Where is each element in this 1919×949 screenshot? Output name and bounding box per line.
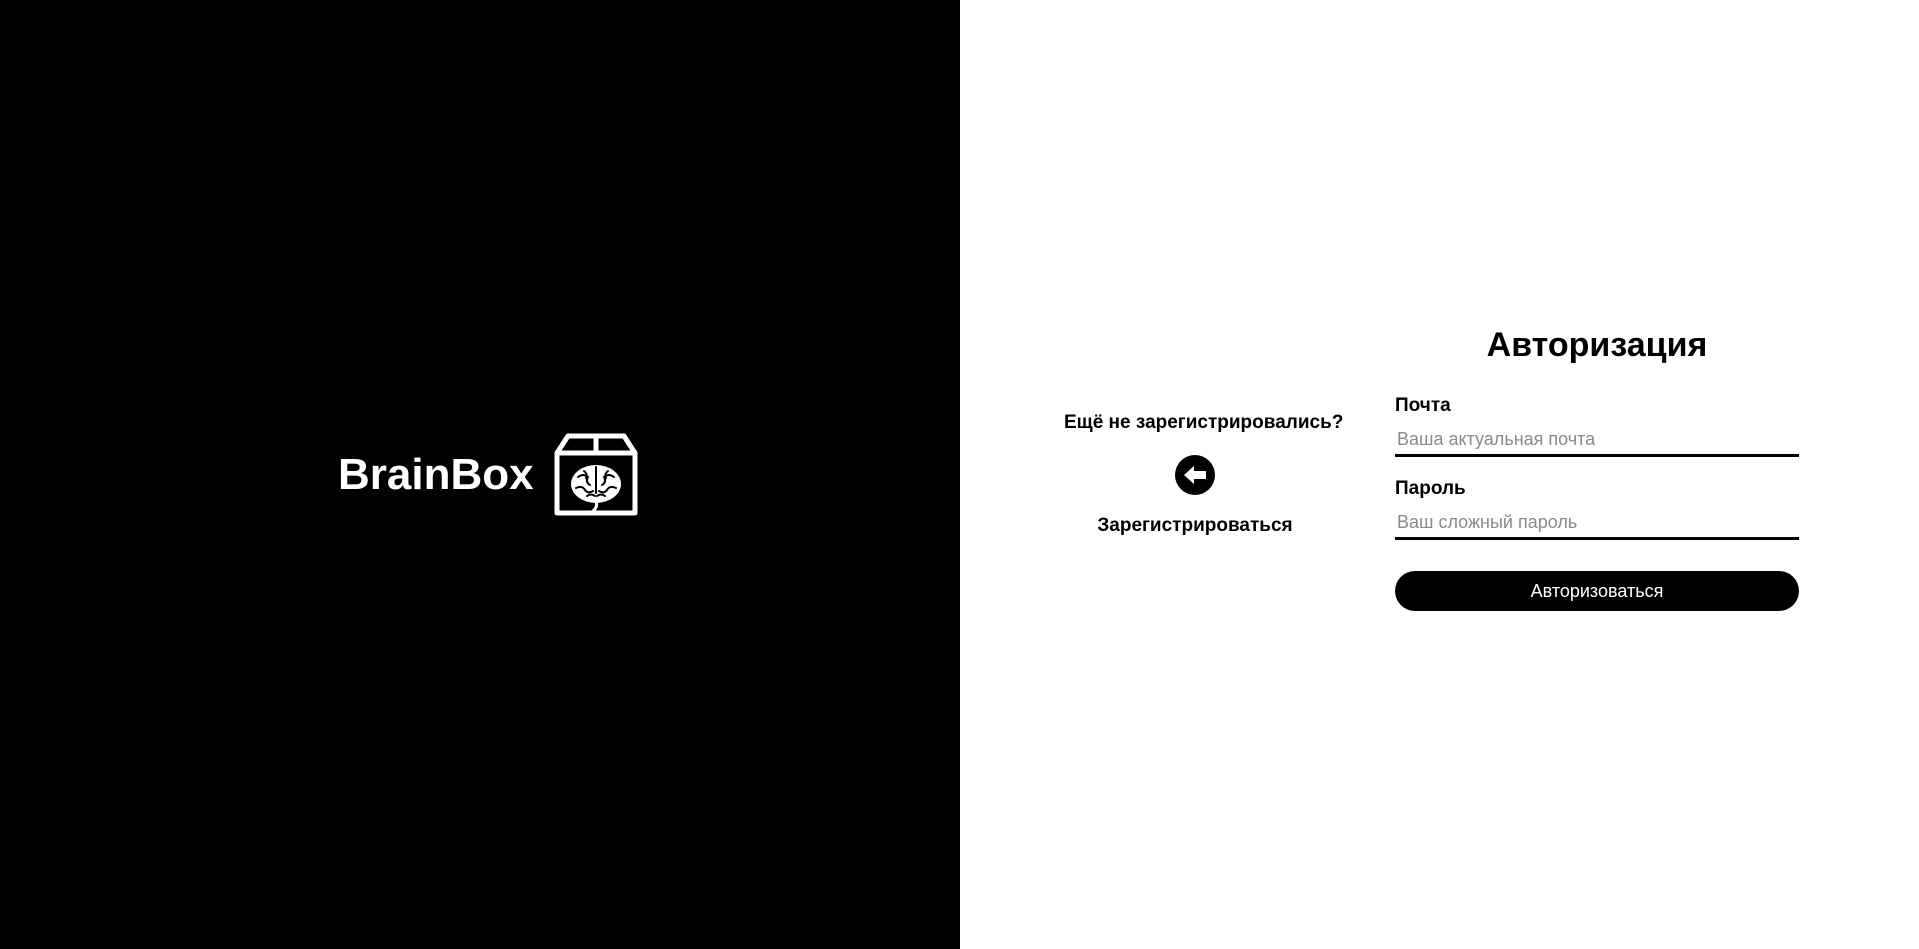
brain-box-icon [554,433,638,516]
arrow-left-circle-icon [1184,466,1206,484]
email-field[interactable] [1395,427,1799,457]
brand-panel: BrainBox [0,0,960,949]
page-title: Авторизация [1486,326,1708,364]
auth-panel: Ещё не зарегистрировались? Зарегистриров… [960,0,1919,949]
auth-form: Авторизация Почта Пароль Авторизоваться [1395,328,1799,611]
login-button[interactable]: Авторизоваться [1395,571,1799,611]
register-question: Ещё не зарегистрировались? [1064,412,1344,433]
register-block: Ещё не зарегистрировались? Зарегистриров… [1064,412,1343,537]
register-link[interactable]: Зарегистрироваться [1080,515,1310,537]
email-label: Почта [1395,395,1451,416]
brand-name: BrainBox [338,450,534,499]
go-to-register-button[interactable] [1175,455,1215,495]
login-page: BrainBox Ещё не зарегистрировались? Заре… [0,0,1919,949]
password-label: Пароль [1395,478,1466,499]
brand: BrainBox [338,433,638,517]
password-field[interactable] [1395,510,1799,540]
